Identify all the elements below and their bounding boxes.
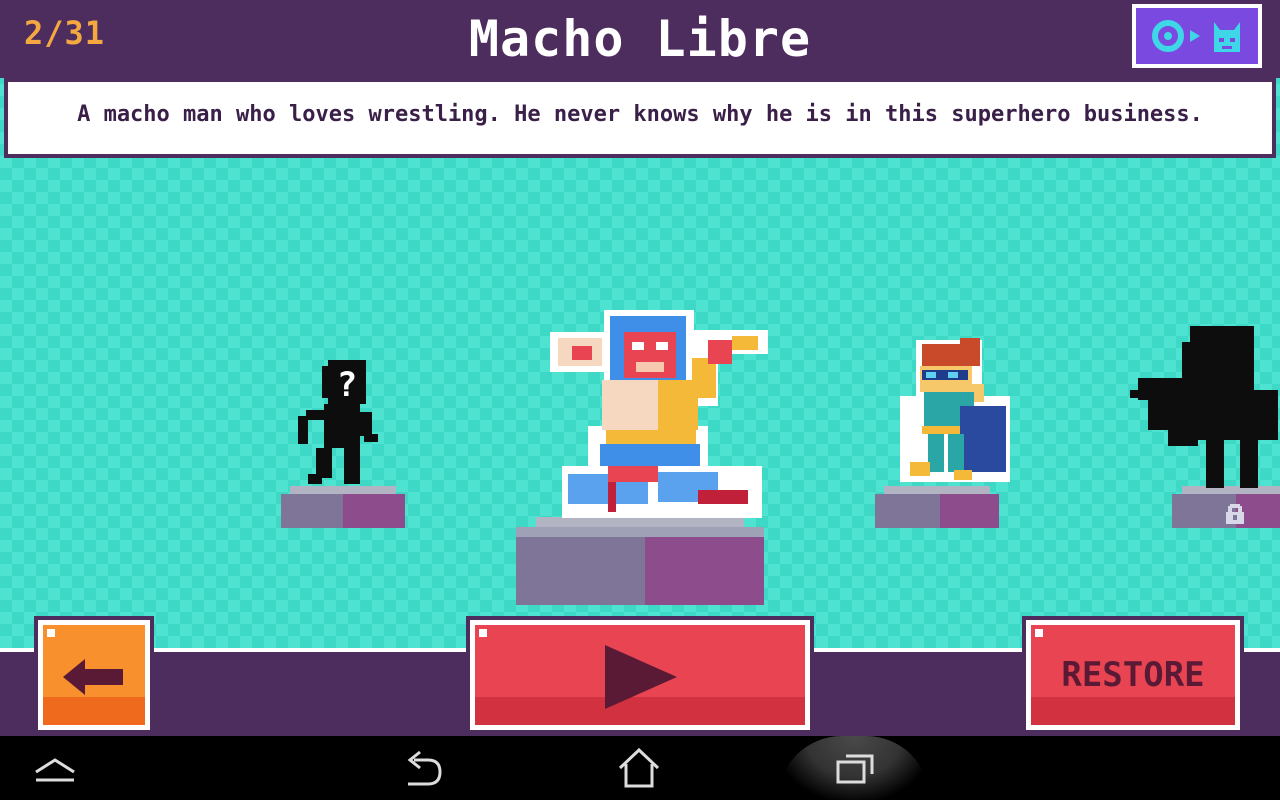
stage-background: 2/31 Macho Libre A macho man who loves w… (0, 0, 1280, 736)
play-icon (605, 645, 677, 709)
character-mystery[interactable]: ? (294, 356, 384, 488)
home-icon[interactable] (614, 744, 664, 792)
recent-apps-icon[interactable] (830, 744, 880, 792)
header-bar: 2/31 Macho Libre (0, 0, 1280, 78)
system-navigation-bar (0, 736, 1280, 800)
character-caped-hero-locked[interactable] (1128, 322, 1280, 490)
lock-icon (1226, 504, 1244, 524)
restore-button[interactable]: RESTORE (1022, 616, 1244, 734)
back-button[interactable] (34, 616, 154, 734)
restore-label: RESTORE (1061, 655, 1205, 695)
character-goggles-hero[interactable] (898, 336, 1012, 488)
description-box: A macho man who loves wrestling. He neve… (4, 78, 1276, 158)
collapse-icon[interactable] (30, 744, 80, 792)
question-mark: ? (337, 365, 357, 405)
vr-cardboard-cat-icon (1152, 20, 1240, 52)
back-nav-icon[interactable] (398, 744, 448, 792)
vr-mode-button[interactable] (1132, 4, 1262, 68)
play-button[interactable] (466, 616, 814, 734)
character-title: Macho Libre (468, 10, 812, 68)
character-macho-libre[interactable] (548, 306, 772, 524)
arrow-left-icon (63, 659, 123, 695)
character-description: A macho man who loves wrestling. He neve… (77, 102, 1203, 127)
